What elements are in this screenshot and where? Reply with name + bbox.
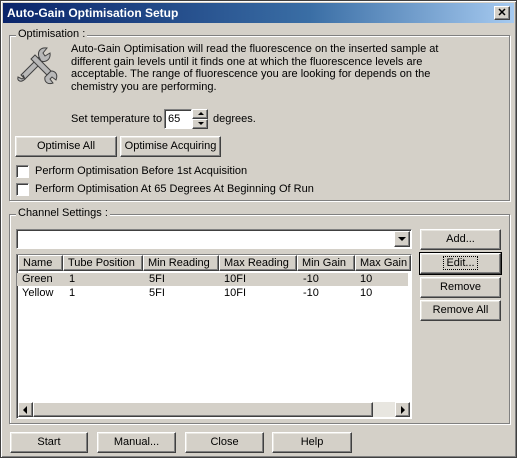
start-button[interactable]: Start [10,432,88,453]
channel-settings-group-title: Channel Settings : [16,207,110,219]
cell-min-reading: 5FI [149,287,165,299]
cell-max-reading: 10FI [224,273,247,285]
horizontal-scrollbar[interactable] [18,402,410,417]
cell-max-reading: 10FI [224,287,247,299]
column-header-min-reading[interactable]: Min Reading [143,255,219,271]
column-header-max-gain[interactable]: Max Gain [355,255,411,271]
column-header-max-reading[interactable]: Max Reading [219,255,297,271]
optimisation-description: Auto-Gain Optimisation will read the flu… [71,43,439,93]
column-header-tube-position[interactable]: Tube Position [63,255,143,271]
optimise-at-temp-checkbox[interactable] [16,183,29,196]
scroll-right-button[interactable] [395,402,410,417]
cell-min-gain: -10 [303,287,319,299]
close-button[interactable]: Close [185,432,264,453]
cell-tube-position: 1 [69,273,76,285]
edit-label: Edit... [443,256,478,270]
column-header-min-gain[interactable]: Min Gain [297,255,355,271]
temperature-spin-down[interactable] [192,119,208,129]
help-label: Help [300,436,324,448]
manual-label: Manual... [113,436,160,448]
channel-list[interactable]: Name Tube Position Min Reading Max Readi… [16,254,412,419]
close-label: Close [210,436,239,448]
channel-dropdown-button[interactable] [394,231,410,247]
remove-all-label: Remove All [432,304,489,316]
cell-max-gain: 10 [360,287,373,299]
temperature-input[interactable]: 65 [164,109,192,129]
table-row[interactable]: Green 1 5FI 10FI -10 10 [17,273,408,286]
add-label: Add... [446,233,475,245]
channel-dropdown[interactable] [16,229,412,249]
temperature-suffix: degrees. [213,113,256,125]
arrow-right-icon [401,406,405,414]
temperature-spin-up[interactable] [192,109,208,119]
optimise-acquiring-label: Optimise Acquiring [124,140,217,152]
remove-label: Remove [440,281,481,293]
cell-min-reading: 5FI [149,273,165,285]
help-button[interactable]: Help [272,432,352,453]
spin-down-icon [198,122,204,125]
scroll-thumb[interactable] [33,402,373,417]
add-channel-button[interactable]: Add... [420,229,501,250]
remove-channel-button[interactable]: Remove [420,277,501,298]
edit-channel-button[interactable]: Edit... [419,252,502,275]
optimise-all-button[interactable]: Optimise All [15,136,117,157]
optimise-before-first-label[interactable]: Perform Optimisation Before 1st Acquisit… [35,165,247,177]
window-title: Auto-Gain Optimisation Setup [7,6,179,20]
manual-button[interactable]: Manual... [97,432,176,453]
column-header-name[interactable]: Name [18,255,63,271]
remove-all-channels-button[interactable]: Remove All [420,300,501,321]
optimise-acquiring-button[interactable]: Optimise Acquiring [120,136,221,157]
spin-up-icon [198,112,204,115]
optimise-before-first-checkbox[interactable] [16,165,29,178]
close-icon: ✕ [497,7,507,19]
cell-name: Yellow [22,287,54,299]
optimise-at-temp-label[interactable]: Perform Optimisation At 65 Degrees At Be… [35,183,314,195]
temperature-prefix: Set temperature to [71,113,163,125]
cell-tube-position: 1 [69,287,76,299]
cell-name: Green [22,273,53,285]
wrench-icon [17,47,58,85]
cell-min-gain: -10 [303,273,319,285]
scroll-left-button[interactable] [18,402,33,417]
auto-gain-dialog: Auto-Gain Optimisation Setup ✕ Optimisat… [0,0,517,458]
optimisation-group-title: Optimisation : [16,28,88,40]
start-label: Start [37,436,61,448]
chevron-down-icon [398,237,406,241]
optimise-all-label: Optimise All [36,140,96,152]
close-window-button[interactable]: ✕ [494,6,510,20]
cell-max-gain: 10 [360,273,373,285]
temperature-value: 65 [168,113,181,125]
table-row[interactable]: Yellow 1 5FI 10FI -10 10 [17,287,408,300]
title-bar[interactable]: Auto-Gain Optimisation Setup ✕ [3,3,514,23]
arrow-left-icon [23,406,27,414]
